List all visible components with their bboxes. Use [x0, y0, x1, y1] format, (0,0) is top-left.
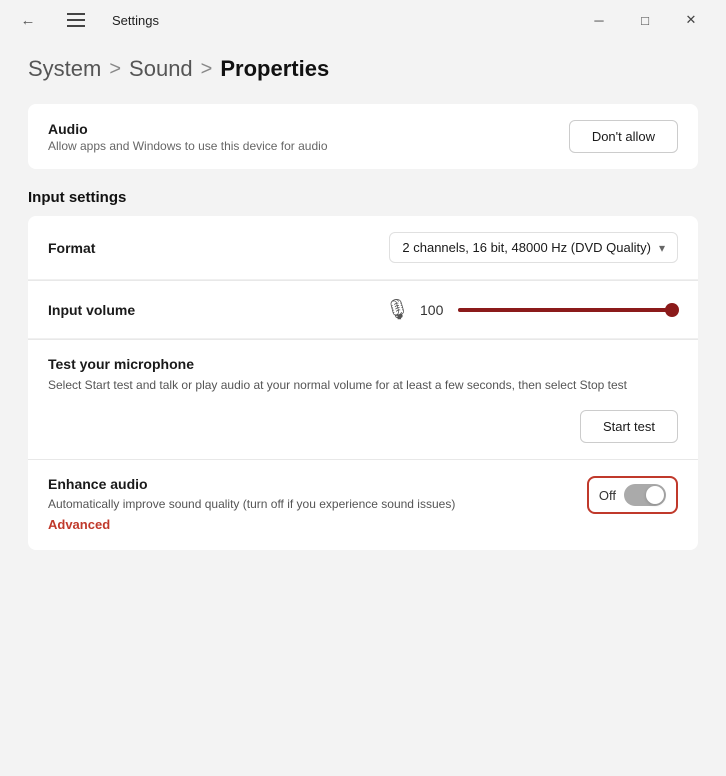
volume-label: Input volume — [48, 302, 135, 318]
format-value: 2 channels, 16 bit, 48000 Hz (DVD Qualit… — [402, 240, 651, 255]
audio-desc: Allow apps and Windows to use this devic… — [48, 139, 328, 153]
breadcrumb-sep2: > — [201, 58, 213, 81]
enhance-desc: Automatically improve sound quality (tur… — [48, 495, 455, 513]
volume-slider[interactable] — [458, 308, 678, 312]
close-button[interactable]: ✕ — [668, 4, 714, 36]
format-row: Format 2 channels, 16 bit, 48000 Hz (DVD… — [28, 216, 698, 280]
volume-row: Input volume 🎙 100 — [28, 281, 698, 339]
enhance-info: Enhance audio Automatically improve soun… — [48, 476, 455, 534]
slider-fill — [458, 308, 678, 312]
test-desc: Select Start test and talk or play audio… — [48, 376, 678, 394]
volume-number: 100 — [420, 302, 448, 318]
titlebar: ← Settings ─ □ ✕ — [0, 0, 726, 40]
breadcrumb-sep1: > — [109, 58, 121, 81]
input-settings-card: Format 2 channels, 16 bit, 48000 Hz (DVD… — [28, 216, 698, 550]
window-title: Settings — [112, 13, 159, 28]
start-test-button[interactable]: Start test — [580, 410, 678, 443]
volume-controls: 🎙 100 — [385, 297, 678, 322]
toggle-knob — [646, 486, 664, 504]
format-select[interactable]: 2 channels, 16 bit, 48000 Hz (DVD Qualit… — [389, 232, 678, 263]
breadcrumb-system[interactable]: System — [28, 56, 101, 82]
main-content: System > Sound > Properties Audio Allow … — [0, 40, 726, 776]
audio-label: Audio — [48, 121, 328, 137]
minimize-button[interactable]: ─ — [576, 4, 622, 36]
format-label: Format — [48, 240, 95, 256]
enhance-toggle-area: Off — [587, 476, 678, 514]
maximize-button[interactable]: □ — [622, 4, 668, 36]
breadcrumb-sound[interactable]: Sound — [129, 56, 193, 82]
hamburger-menu[interactable] — [60, 4, 92, 36]
toggle-label: Off — [599, 488, 616, 503]
breadcrumb: System > Sound > Properties — [28, 56, 698, 82]
breadcrumb-properties: Properties — [220, 56, 329, 82]
back-button[interactable]: ← — [12, 4, 44, 36]
test-title: Test your microphone — [48, 356, 678, 372]
window-controls: ─ □ ✕ — [576, 4, 714, 36]
chevron-down-icon: ▾ — [659, 241, 665, 255]
enhance-title: Enhance audio — [48, 476, 455, 492]
advanced-link[interactable]: Advanced — [48, 517, 110, 532]
test-button-row: Start test — [48, 410, 678, 443]
audio-row: Audio Allow apps and Windows to use this… — [28, 104, 698, 169]
slider-thumb[interactable] — [665, 303, 679, 317]
microphone-icon: 🎙 — [385, 297, 410, 322]
audio-info: Audio Allow apps and Windows to use this… — [48, 121, 328, 153]
enhance-toggle[interactable] — [624, 484, 666, 506]
input-settings-title: Input settings — [28, 189, 698, 206]
audio-card: Audio Allow apps and Windows to use this… — [28, 104, 698, 169]
back-icon: ← — [21, 12, 36, 29]
dont-allow-button[interactable]: Don't allow — [569, 120, 678, 153]
test-microphone-section: Test your microphone Select Start test a… — [28, 340, 698, 459]
enhance-audio-section: Enhance audio Automatically improve soun… — [28, 460, 698, 550]
